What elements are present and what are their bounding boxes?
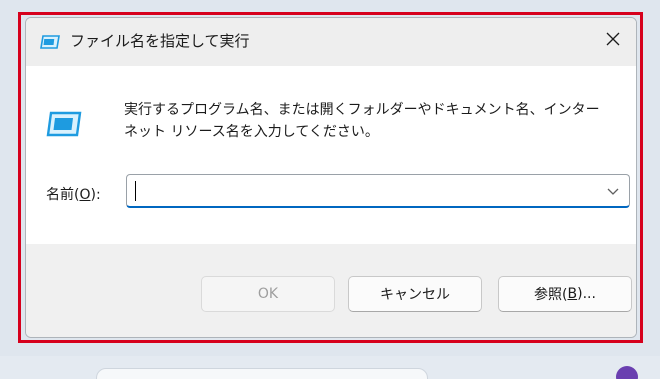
highlight-frame bbox=[18, 12, 643, 343]
taskbar-search-box[interactable] bbox=[96, 368, 428, 379]
